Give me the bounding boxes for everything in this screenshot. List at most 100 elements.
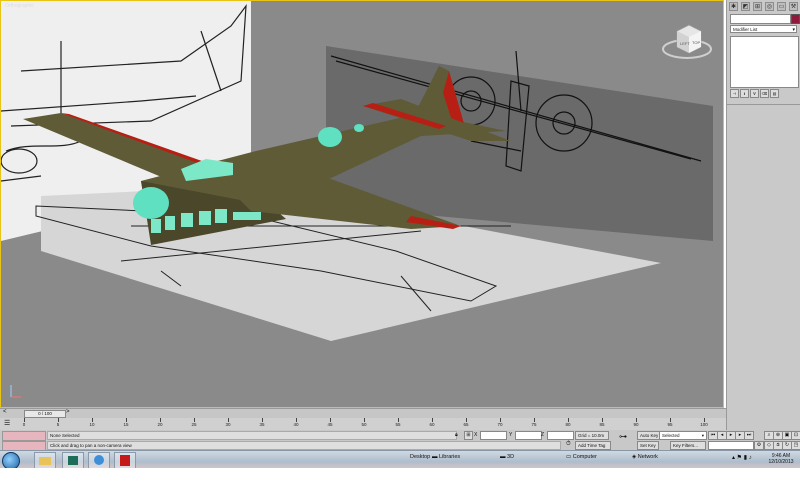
track-tick-label: 15	[123, 422, 129, 427]
key-mode-value: Selected	[662, 433, 680, 438]
desktop-toolbar-label[interactable]: Desktop	[410, 454, 430, 460]
display-tab-icon[interactable]: ▭	[777, 2, 786, 11]
explorer-taskbar-icon[interactable]	[34, 452, 56, 469]
viewcube-icon[interactable]: LEFT TOP	[661, 21, 713, 61]
viewcube-left-label: LEFT	[680, 41, 690, 46]
curve-editor-icon[interactable]: ☰	[4, 419, 10, 427]
x-coord-label: X	[474, 432, 478, 438]
y-coord-label: Y	[509, 432, 513, 438]
track-ticks: 0 5 10 15 20 25 30 35 40 45 50 55 60 65 70 75 80 85 90 95 10…	[22, 418, 708, 430]
track-tick-label: 85	[599, 422, 605, 427]
selection-status: None Selected	[47, 431, 457, 440]
command-panel: ✱ ◩ ⊞ ◎ ▭ ⚒ Modifier List ▾ ⊣ ‖ ∀ ⌫ ▤	[726, 0, 800, 430]
track-tick-label: 65	[463, 422, 469, 427]
go-to-end-icon[interactable]: ⏭	[744, 431, 754, 440]
folder-3d-item[interactable]: ▬ 3D	[500, 454, 514, 460]
time-config-icon[interactable]: ⚙	[754, 441, 764, 450]
object-color-swatch[interactable]	[791, 14, 800, 24]
internet-explorer-icon[interactable]	[88, 452, 110, 469]
z-coord-field[interactable]	[547, 431, 574, 440]
track-tick-label: 80	[565, 422, 571, 427]
time-slider[interactable]: < 0 / 100 >	[0, 408, 726, 418]
libraries-toolbar-item[interactable]: ▬ Libraries	[432, 454, 460, 460]
track-tick-label: 20	[157, 422, 163, 427]
show-end-result-icon[interactable]: ‖	[740, 89, 749, 98]
clock-date: 12/10/2013	[768, 459, 794, 465]
maxscript-listener-mini[interactable]	[2, 431, 46, 441]
set-key-button[interactable]: Set Key	[637, 441, 659, 450]
blank-area	[0, 468, 800, 500]
track-tick-label: 30	[225, 422, 231, 427]
object-name-field[interactable]	[730, 14, 791, 24]
make-unique-icon[interactable]: ∀	[750, 89, 759, 98]
status-bar: None Selected Click and drag to pan a no…	[0, 430, 800, 451]
auto-key-button[interactable]: Auto Key	[637, 431, 662, 440]
remove-modifier-icon[interactable]: ⌫	[760, 89, 769, 98]
system-clock[interactable]: 9:46 AM 12/10/2013	[764, 453, 798, 465]
lock-selection-icon[interactable]: 🔒︎	[455, 432, 458, 438]
key-filters-button[interactable]: Key Filters...	[670, 441, 706, 450]
x-coord-field[interactable]	[480, 431, 507, 440]
zoom-extents-all-icon[interactable]: ⊡	[791, 431, 800, 440]
computer-label: Computer	[572, 454, 597, 460]
track-tick-label: 70	[497, 422, 503, 427]
viewcube-top-label: TOP	[692, 40, 700, 45]
track-tick-label: 60	[429, 422, 435, 427]
modifier-list-label: Modifier List	[733, 27, 758, 32]
network-toolbar-item[interactable]: ◈ Network	[632, 454, 658, 460]
y-coord-field[interactable]	[515, 431, 542, 440]
track-tick-label: 0	[22, 422, 26, 427]
track-tick-label: 55	[395, 422, 401, 427]
track-tick-label: 95	[667, 422, 673, 427]
configure-sets-icon[interactable]: ▤	[770, 89, 779, 98]
current-frame-field[interactable]	[708, 441, 754, 450]
maximize-viewport-icon[interactable]: ◳	[791, 441, 800, 450]
motion-tab-icon[interactable]: ◎	[765, 2, 774, 11]
folder-icon: ▬	[432, 454, 440, 460]
stack-toolbar: ⊣ ‖ ∀ ⌫ ▤	[730, 89, 780, 98]
key-icon[interactable]: ⊶	[619, 433, 627, 441]
track-tick-label: 100	[700, 422, 708, 427]
3dsmax-taskbar-icon[interactable]	[62, 452, 84, 469]
track-tick-label: 10	[89, 422, 95, 427]
prev-frame-icon[interactable]: <	[3, 409, 7, 415]
modifier-list-dropdown[interactable]: Modifier List ▾	[730, 25, 797, 33]
tray-icons[interactable]: ▴ ⚑ ▮ ♪	[732, 454, 752, 461]
utilities-tab-icon[interactable]: ⚒	[789, 2, 798, 11]
chevron-down-icon: ▾	[792, 27, 795, 33]
add-time-tag-button[interactable]: Add Time Tag	[575, 441, 611, 450]
prompt-line: Click and drag to pan a non-camera view	[47, 441, 561, 450]
track-tick-label: 40	[293, 422, 299, 427]
grid-spacing: Grid = 10.0m	[575, 431, 609, 440]
panel-divider	[727, 104, 800, 105]
windows-taskbar: Desktop ▬ Libraries ▬ 3D ▭ Computer ◈ Ne…	[0, 450, 800, 470]
track-tick-label: 25	[191, 422, 197, 427]
modifier-stack[interactable]	[730, 36, 799, 88]
time-slider-thumb[interactable]: 0 / 100	[24, 410, 66, 418]
modify-tab-icon[interactable]: ◩	[741, 2, 750, 11]
computer-toolbar-item[interactable]: ▭ Computer	[566, 454, 597, 460]
perspective-viewport[interactable]: Orthographic LEFT TOP	[0, 0, 724, 408]
next-frame-icon[interactable]: >	[66, 409, 70, 415]
track-tick-label: 75	[531, 422, 537, 427]
scene-render	[1, 1, 713, 341]
track-tick-label: 50	[361, 422, 367, 427]
axis-tripod-icon	[10, 385, 21, 398]
track-tick-label: 35	[259, 422, 265, 427]
time-tag-icon[interactable]: ⏱︎	[566, 441, 571, 448]
track-tick-label: 90	[633, 422, 639, 427]
absolute-mode-icon[interactable]: ⊞	[464, 431, 473, 440]
z-coord-label: Z	[541, 432, 545, 438]
chevron-down-icon: ▾	[701, 433, 704, 438]
libraries-label: Libraries	[439, 454, 461, 460]
viewport-label[interactable]: Orthographic	[5, 3, 34, 9]
computer-icon: ▭	[566, 454, 573, 460]
track-tick-label: 45	[327, 422, 333, 427]
key-mode-dropdown[interactable]: Selected ▾	[659, 431, 707, 440]
acrobat-reader-icon[interactable]	[114, 452, 136, 469]
hierarchy-tab-icon[interactable]: ⊞	[753, 2, 762, 11]
network-label: Network	[637, 454, 658, 460]
pin-stack-icon[interactable]: ⊣	[730, 89, 739, 98]
track-tick-label: 5	[56, 422, 60, 427]
create-tab-icon[interactable]: ✱	[729, 2, 738, 11]
